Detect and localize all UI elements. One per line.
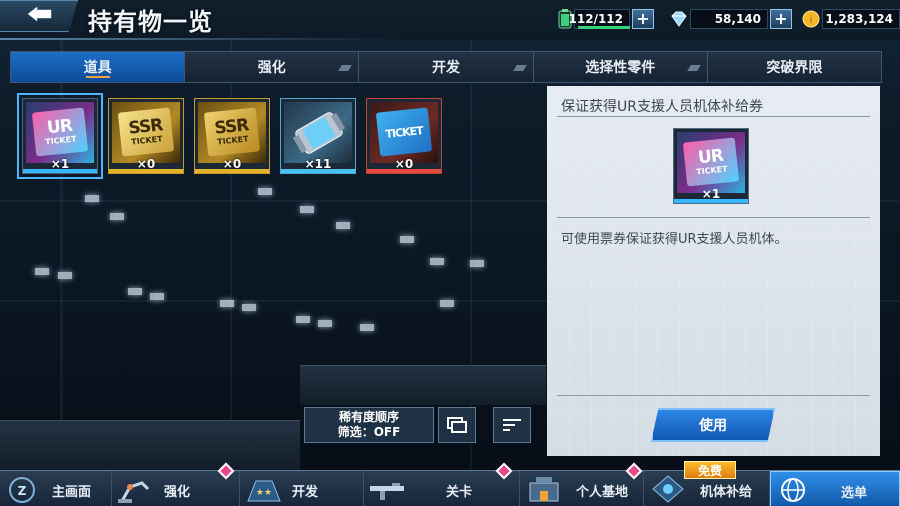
nav-stages[interactable]: 关卡 <box>364 462 520 506</box>
back-button[interactable] <box>0 0 78 32</box>
tab-label: 强化 <box>257 60 286 76</box>
item-art: SSR TICKET <box>198 102 266 163</box>
sort-direction-button[interactable] <box>493 407 531 443</box>
ssr-ticket-icon: SSR TICKET <box>117 107 175 157</box>
nav-label: 个人基地 <box>576 485 629 500</box>
coin-resource: i 1,283,124 <box>800 8 900 30</box>
category-tabs: 道具 强化 开发 选择性零件 突破界限 <box>10 51 882 83</box>
home-emblem-icon: Z <box>9 477 35 503</box>
rifle-icon <box>370 483 404 500</box>
item-art: SSR TICKET <box>112 102 180 163</box>
sort-order-label: 稀有度顺序 <box>338 410 399 424</box>
base-building-icon <box>529 477 559 502</box>
svg-text:★★: ★★ <box>256 488 272 498</box>
detail-divider <box>557 395 870 396</box>
crystal-resource: 58,140 + <box>668 8 792 30</box>
title-underline <box>0 38 400 40</box>
page-title: 持有物一览 <box>88 8 213 36</box>
detail-divider <box>557 217 870 218</box>
rarity-bar <box>109 169 183 173</box>
view-toggle-button[interactable] <box>438 407 476 443</box>
card-view-icon <box>447 417 467 433</box>
sort-lines-icon <box>503 419 521 431</box>
nav-label: 机体补给 <box>700 485 753 500</box>
item-detail-panel: 保证获得UR支援人员机体补给券 UR TICKET ×1 可使用票券保证获得UR支… <box>547 86 880 456</box>
tab-items[interactable]: 道具 <box>11 52 186 82</box>
use-button[interactable]: 使用 <box>651 408 775 442</box>
item-ticket[interactable]: TICKET ×0 <box>366 98 442 174</box>
tab-notch <box>338 65 353 71</box>
item-art <box>284 102 352 163</box>
rarity-bar <box>674 199 748 203</box>
tab-enhance[interactable]: 强化 <box>185 52 360 82</box>
item-ur-ticket[interactable]: UR TICKET ×1 <box>17 93 103 179</box>
coin-icon: i <box>802 10 820 28</box>
sort-filter-button[interactable]: 稀有度顺序 筛选：OFF <box>304 407 434 443</box>
tab-develop[interactable]: 开发 <box>359 52 534 82</box>
rarity-bar <box>367 169 441 173</box>
tab-label: 选择性零件 <box>585 60 656 76</box>
capsule-icon <box>292 112 346 154</box>
tab-notch <box>512 65 527 71</box>
detail-item-icon: UR TICKET ×1 <box>673 128 749 204</box>
detail-divider <box>557 116 870 117</box>
menu-globe-icon <box>781 478 805 502</box>
nav-label: 主画面 <box>52 485 92 500</box>
detail-description: 可使用票券保证获得UR支援人员机体。 <box>561 232 788 247</box>
nav-label: 开发 <box>292 485 319 500</box>
top-bar: 持有物一览 112/112 + 58,140 + i 1,283,124 <box>0 0 900 40</box>
rarity-bar <box>195 169 269 173</box>
tab-selective-parts[interactable]: 选择性零件 <box>534 52 708 82</box>
ticket-icon: TICKET <box>375 107 433 157</box>
detail-title: 保证获得UR支援人员机体补给券 <box>561 99 763 115</box>
item-ssr-ticket-b[interactable]: SSR TICKET ×0 <box>194 98 270 174</box>
coin-value: 1,283,124 <box>822 9 900 29</box>
tab-label: 突破界限 <box>766 60 823 76</box>
energy-bar-fill <box>578 26 630 29</box>
robot-arm-icon <box>118 481 150 503</box>
item-art: UR TICKET <box>26 102 94 163</box>
supply-capsule-icon <box>652 475 684 503</box>
nav-home[interactable]: Z 主画面 <box>0 471 112 506</box>
ssr-ticket-icon: SSR TICKET <box>203 107 261 157</box>
add-energy-button[interactable]: + <box>632 9 654 29</box>
nav-enhance[interactable]: 强化 <box>112 462 240 506</box>
rarity-bar <box>281 169 355 173</box>
tab-label: 道具 <box>83 60 112 76</box>
free-badge: 免费 <box>684 461 736 479</box>
nav-menu[interactable]: 选单 <box>770 471 900 506</box>
develop-lab-icon: ★★ <box>247 480 281 502</box>
crystal-icon <box>671 11 687 27</box>
tab-limit-break[interactable]: 突破界限 <box>708 52 881 82</box>
rarity-bar <box>23 169 97 173</box>
tab-label: 开发 <box>432 60 460 76</box>
item-grid: URTICKET ×1 SSRTICKET ×0 SSRTICKET ×0 <box>17 93 442 179</box>
nav-develop[interactable]: ★★ 开发 <box>240 471 364 506</box>
item-ssr-ticket-a[interactable]: SSR TICKET ×0 <box>108 98 184 174</box>
ur-ticket-icon: UR TICKET <box>31 107 89 157</box>
nav-base[interactable]: 个人基地 <box>520 462 644 506</box>
svg-text:i: i <box>810 15 813 26</box>
energy-bar <box>578 26 630 29</box>
nav-label: 选单 <box>841 486 868 501</box>
tab-notch <box>687 65 701 71</box>
filter-label: 筛选：OFF <box>337 425 401 439</box>
bottom-navigation: Z 主画面 强化 ★★ 开发 关卡 个人基地 机体补给 选单 <box>0 462 900 506</box>
item-art: TICKET <box>370 102 438 163</box>
item-art: UR TICKET <box>677 132 745 193</box>
add-crystal-button[interactable]: + <box>770 9 792 29</box>
nav-label: 强化 <box>164 485 191 500</box>
nav-label: 关卡 <box>446 485 473 500</box>
item-capsule[interactable]: ×11 <box>280 98 356 174</box>
ur-ticket-icon: UR TICKET <box>682 137 740 187</box>
crystal-value: 58,140 <box>690 9 768 29</box>
back-arrow-icon <box>27 6 51 22</box>
svg-text:Z: Z <box>18 484 27 498</box>
